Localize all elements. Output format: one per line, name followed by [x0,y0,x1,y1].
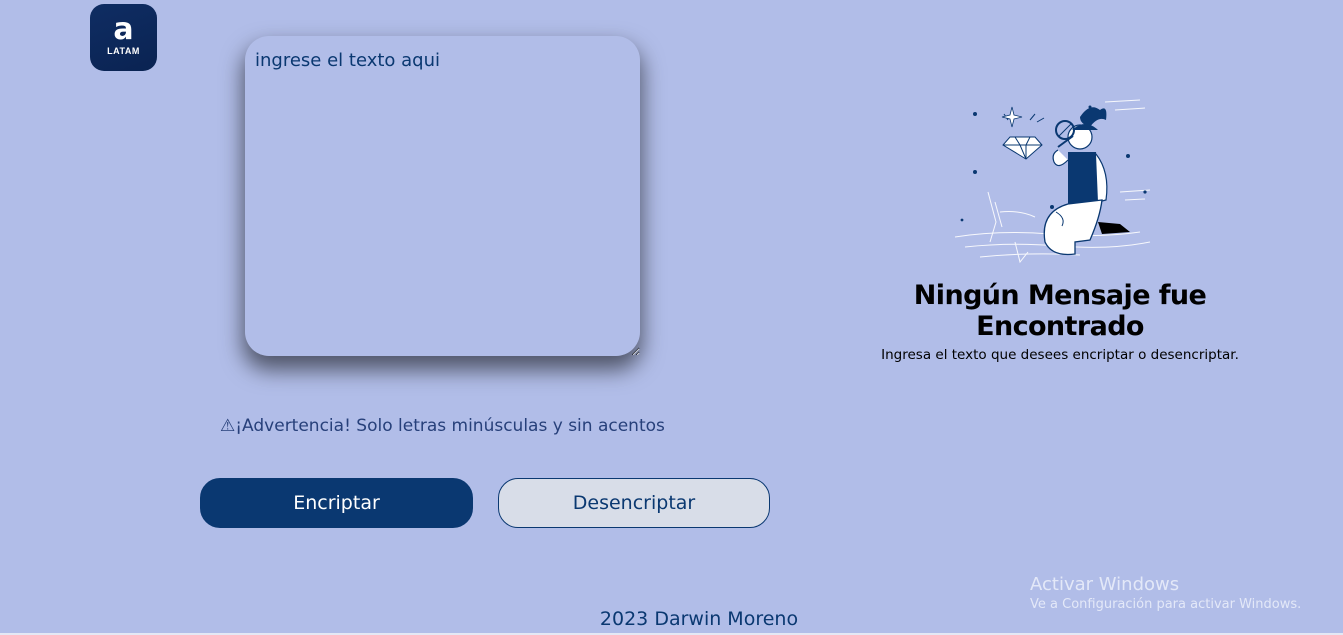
watermark-title: Activar Windows [1030,574,1180,595]
text-input-container [245,36,640,356]
watermark-subtitle: Ve a Configuración para activar Windows. [1030,597,1302,612]
alura-latam-logo: a LATAM [90,4,157,71]
logo-letter: a [113,12,134,47]
empty-message-title: Ningún Mensaje fue Encontrado [840,280,1280,342]
warning-text: ⚠¡Advertencia! Solo letras minúsculas y … [220,416,665,436]
person-searching-illustration-icon [954,99,1151,264]
logo-subtitle: LATAM [107,46,140,56]
text-input[interactable] [245,36,640,356]
decrypt-button[interactable]: Desencriptar [498,478,770,528]
empty-message-subtitle: Ingresa el texto que desees encriptar o … [881,347,1239,363]
windows-activation-watermark: Activar Windows Ve a Configuración para … [1030,574,1301,614]
empty-message-title-line2: Encontrado [976,311,1144,342]
empty-message-title-line1: Ningún Mensaje fue [913,280,1207,311]
encrypt-button[interactable]: Encriptar [200,478,473,528]
